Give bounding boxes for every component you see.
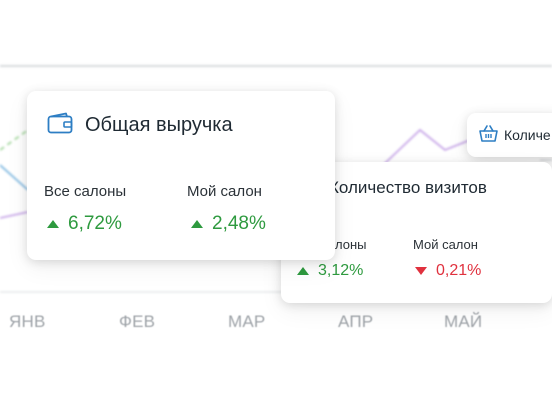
visits-my-salon-stat: 0,21%	[415, 262, 481, 280]
card-third[interactable]: Количе	[467, 113, 552, 157]
revenue-all-salons-label: Все салоны	[44, 183, 127, 200]
month-label-mar: МАР	[228, 312, 266, 331]
card-revenue[interactable]: Общая выручка Все салоны 6,72% Мой салон…	[27, 91, 335, 260]
revenue-all-salons-stat: 6,72%	[47, 213, 122, 235]
arrow-down-icon	[415, 267, 427, 275]
month-label-apr: АПР	[338, 312, 374, 331]
card-third-title: Количе	[504, 127, 551, 143]
basket-icon	[479, 125, 498, 148]
visits-card-title: Количество визитов	[329, 178, 487, 197]
arrow-up-icon	[191, 220, 203, 228]
revenue-card-title: Общая выручка	[85, 114, 233, 136]
visits-all-salons-stat: 3,12%	[297, 262, 363, 280]
revenue-my-salon-value: 2,48%	[212, 213, 266, 234]
revenue-my-salon-stat: 2,48%	[191, 213, 266, 235]
visits-all-salons-label: лоны	[335, 237, 367, 252]
visits-all-salons-value: 3,12%	[318, 262, 364, 279]
wallet-icon	[47, 112, 73, 139]
month-label-feb: ФЕВ	[119, 312, 156, 331]
revenue-all-salons-value: 6,72%	[68, 213, 122, 234]
arrow-up-icon	[297, 267, 309, 275]
month-label-jan: ЯНВ	[9, 312, 46, 331]
visits-my-salon-label: Мой салон	[413, 237, 478, 252]
visits-my-salon-value: 0,21%	[436, 262, 482, 279]
revenue-my-salon-label: Мой салон	[187, 183, 262, 200]
month-label-may: МАЙ	[444, 312, 483, 331]
arrow-up-icon	[47, 220, 59, 228]
